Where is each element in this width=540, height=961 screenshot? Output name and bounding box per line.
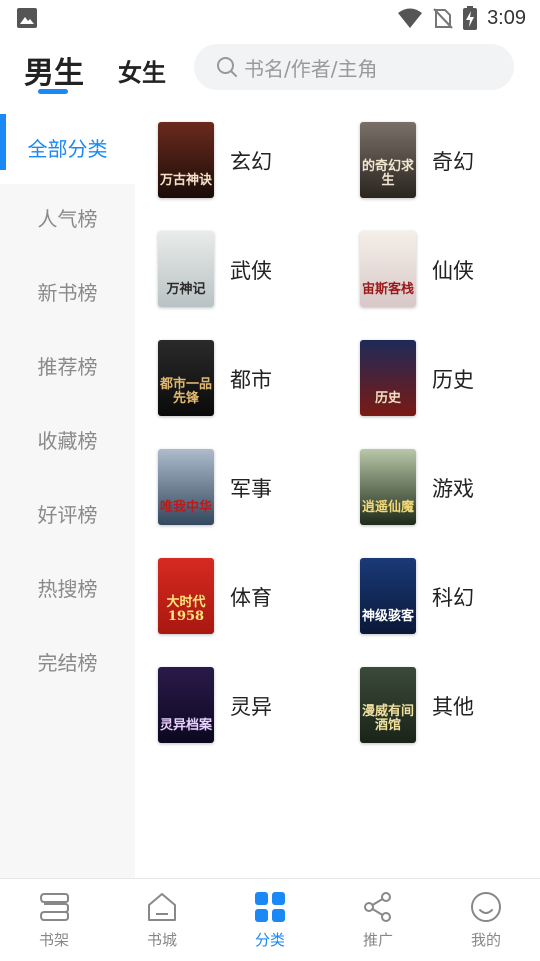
header: 男生 女生 书名/作者/主角 — [0, 36, 540, 110]
nav-promote[interactable]: 推广 — [324, 879, 432, 961]
category-label: 玄幻 — [230, 150, 272, 174]
sidebar-item-label: 推荐榜 — [37, 354, 98, 379]
sidebar-item-popular[interactable]: 人气榜 — [0, 180, 135, 254]
category-label: 其他 — [432, 695, 474, 719]
sidebar-item-new-books[interactable]: 新书榜 — [0, 254, 135, 328]
book-cover: 宙斯客栈 — [360, 231, 416, 307]
tab-female[interactable]: 女生 — [118, 53, 166, 88]
category-label: 都市 — [230, 368, 272, 392]
category-label: 军事 — [230, 477, 272, 501]
sidebar-item-all-categories[interactable]: 全部分类 — [0, 110, 135, 184]
sidebar-item-top-rated[interactable]: 好评榜 — [0, 476, 135, 550]
sidebar-item-label: 完结榜 — [37, 650, 98, 675]
book-cover: 漫威有间酒馆 — [360, 667, 416, 743]
sidebar-item-completed[interactable]: 完结榜 — [0, 624, 135, 698]
wifi-icon — [398, 8, 423, 28]
status-time: 3:09 — [487, 6, 526, 29]
sidebar-item-hot-search[interactable]: 热搜榜 — [0, 550, 135, 624]
battery-charging-icon — [463, 6, 478, 30]
active-tab-indicator — [38, 89, 68, 94]
book-cover: 逍遥仙魔 — [360, 449, 416, 525]
sidebar-item-label: 好评榜 — [37, 502, 98, 527]
nav-label: 书城 — [146, 931, 177, 949]
category-label: 体育 — [230, 586, 272, 610]
category-xuanhuan[interactable]: 万古神诀 玄幻 — [158, 122, 338, 198]
nav-label: 分类 — [254, 931, 285, 949]
category-label: 游戏 — [432, 477, 474, 501]
category-label: 科幻 — [432, 586, 474, 610]
category-youxi[interactable]: 逍遥仙魔 游戏 — [360, 449, 540, 525]
category-kehuan[interactable]: 神级骇客 科幻 — [360, 558, 540, 634]
nav-label: 书架 — [38, 931, 69, 949]
sidebar-item-favorites[interactable]: 收藏榜 — [0, 402, 135, 476]
category-label: 灵异 — [230, 695, 272, 719]
nav-label: 我的 — [470, 931, 501, 949]
book-cover: 历史 — [360, 340, 416, 416]
nav-bookshelf[interactable]: 书架 — [0, 879, 108, 961]
sidebar-item-label: 新书榜 — [37, 280, 98, 305]
category-label: 仙侠 — [432, 259, 474, 283]
category-junshi[interactable]: 唯我中华 军事 — [158, 449, 338, 525]
tab-male[interactable]: 男生 — [24, 48, 84, 92]
book-cover: 万古神诀 — [158, 122, 214, 198]
search-icon — [217, 57, 237, 77]
category-qita[interactable]: 漫威有间酒馆 其他 — [360, 667, 540, 743]
category-tiyu[interactable]: 大时代1958 体育 — [158, 558, 338, 634]
book-cover: 唯我中华 — [158, 449, 214, 525]
image-notification-icon — [17, 8, 37, 28]
category-xianxia[interactable]: 宙斯客栈 仙侠 — [360, 231, 540, 307]
sidebar-item-label: 全部分类 — [27, 136, 108, 161]
nav-category[interactable]: 分类 — [216, 879, 324, 961]
bookstore-icon — [148, 893, 176, 921]
category-qihuan[interactable]: 的奇幻求生 奇幻 — [360, 122, 540, 198]
nav-profile[interactable]: 我的 — [432, 879, 540, 961]
category-wuxia[interactable]: 万神记 武侠 — [158, 231, 338, 307]
bookshelf-icon — [39, 893, 69, 921]
nav-bookstore[interactable]: 书城 — [108, 879, 216, 961]
category-dushi[interactable]: 都市一品先锋 都市 — [158, 340, 338, 416]
nav-label: 推广 — [362, 931, 393, 949]
sidebar-item-label: 热搜榜 — [37, 576, 98, 601]
search-placeholder: 书名/作者/主角 — [244, 56, 378, 81]
sidebar-item-recommended[interactable]: 推荐榜 — [0, 328, 135, 402]
book-cover: 都市一品先锋 — [158, 340, 214, 416]
category-lingyi[interactable]: 灵异档案 灵异 — [158, 667, 338, 743]
search-box[interactable]: 书名/作者/主角 — [194, 44, 514, 90]
category-label: 奇幻 — [432, 150, 474, 174]
category-grid-icon — [255, 892, 285, 922]
book-cover: 神级骇客 — [360, 558, 416, 634]
category-label: 武侠 — [230, 259, 272, 283]
category-lishi[interactable]: 历史 历史 — [360, 340, 540, 416]
book-cover: 万神记 — [158, 231, 214, 307]
bottom-nav: 书架 书城 分类 推广 我的 — [0, 878, 540, 961]
status-icons: 3:09 — [397, 4, 526, 32]
status-bar: 3:09 — [0, 0, 540, 36]
book-cover: 灵异档案 — [158, 667, 214, 743]
book-cover: 的奇幻求生 — [360, 122, 416, 198]
category-label: 历史 — [432, 368, 474, 392]
book-cover: 大时代1958 — [158, 558, 214, 634]
profile-icon — [471, 892, 501, 922]
sidebar-item-label: 收藏榜 — [37, 428, 98, 453]
no-sim-icon — [433, 8, 453, 29]
share-icon — [364, 892, 391, 922]
sidebar-item-label: 人气榜 — [37, 206, 98, 231]
sidebar: 全部分类 人气榜 新书榜 推荐榜 收藏榜 好评榜 热搜榜 完结榜 — [0, 110, 135, 878]
